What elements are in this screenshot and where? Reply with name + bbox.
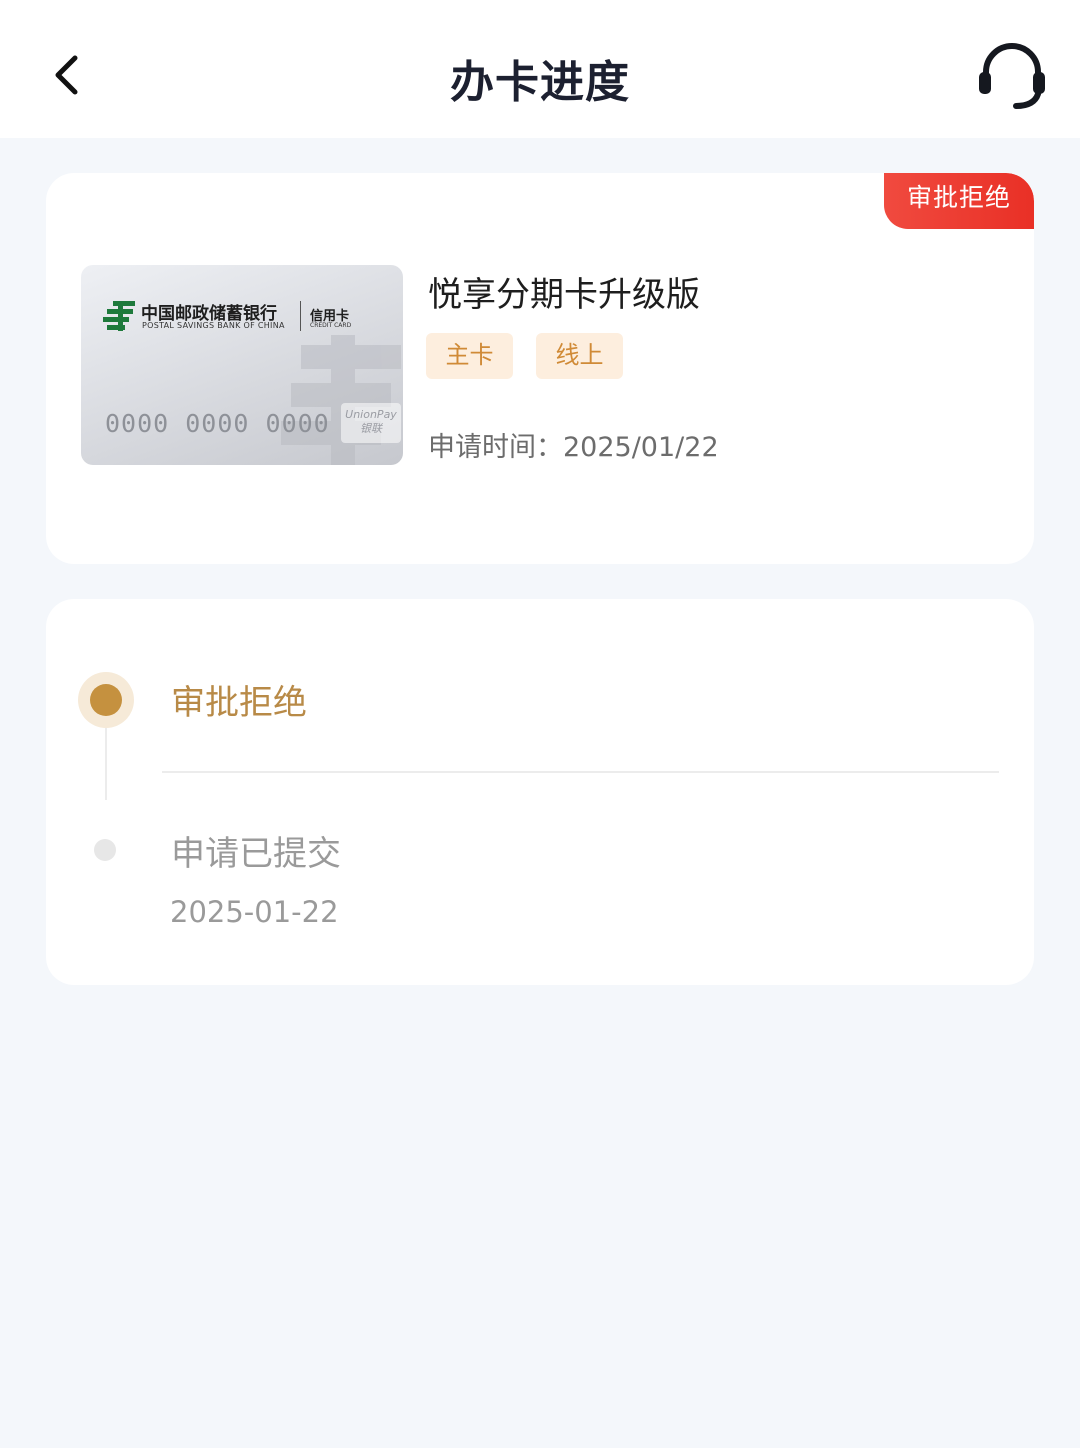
timeline-connector xyxy=(105,728,107,800)
postal-bank-logo-icon xyxy=(103,301,135,331)
timeline-step-date: 2025-01-22 xyxy=(170,895,339,929)
postal-watermark-icon xyxy=(281,335,401,465)
divider xyxy=(162,771,999,773)
timeline-dot-active xyxy=(90,684,122,716)
page-title: 办卡进度 xyxy=(450,57,630,108)
timeline-step-label: 审批拒绝 xyxy=(171,683,307,723)
progress-timeline: 审批拒绝 申请已提交 2025-01-22 xyxy=(46,599,1034,985)
apply-time: 申请时间：2025/01/22 xyxy=(428,432,719,463)
timeline-step-label: 申请已提交 xyxy=(171,834,341,874)
card-divider xyxy=(300,301,301,331)
application-card-panel[interactable]: 审批拒绝 中国邮政储蓄银行 POSTAL SAVINGS BANK OF CHI… xyxy=(46,173,1034,564)
card-product-name: 悦享分期卡升级版 xyxy=(428,275,700,315)
status-badge: 审批拒绝 xyxy=(884,173,1034,229)
credit-card-image: 中国邮政储蓄银行 POSTAL SAVINGS BANK OF CHINA 信用… xyxy=(81,265,403,465)
tag-online: 线上 xyxy=(536,333,623,379)
top-nav-bar: 办卡进度 xyxy=(0,0,1080,138)
card-type-label-en: CREDIT CARD xyxy=(310,322,352,329)
timeline-dot-inactive xyxy=(94,839,116,861)
card-bank-name-en: POSTAL SAVINGS BANK OF CHINA xyxy=(142,321,285,330)
unionpay-logo: UnionPay 银联 xyxy=(341,403,401,443)
customer-service-button[interactable] xyxy=(972,38,1052,114)
card-number: 0000 0000 0000 xyxy=(105,409,330,438)
tag-main-card: 主卡 xyxy=(426,333,513,379)
headset-icon xyxy=(979,43,1045,109)
unionpay-logo-en: UnionPay xyxy=(345,408,397,421)
unionpay-logo-cn: 银联 xyxy=(360,422,382,435)
